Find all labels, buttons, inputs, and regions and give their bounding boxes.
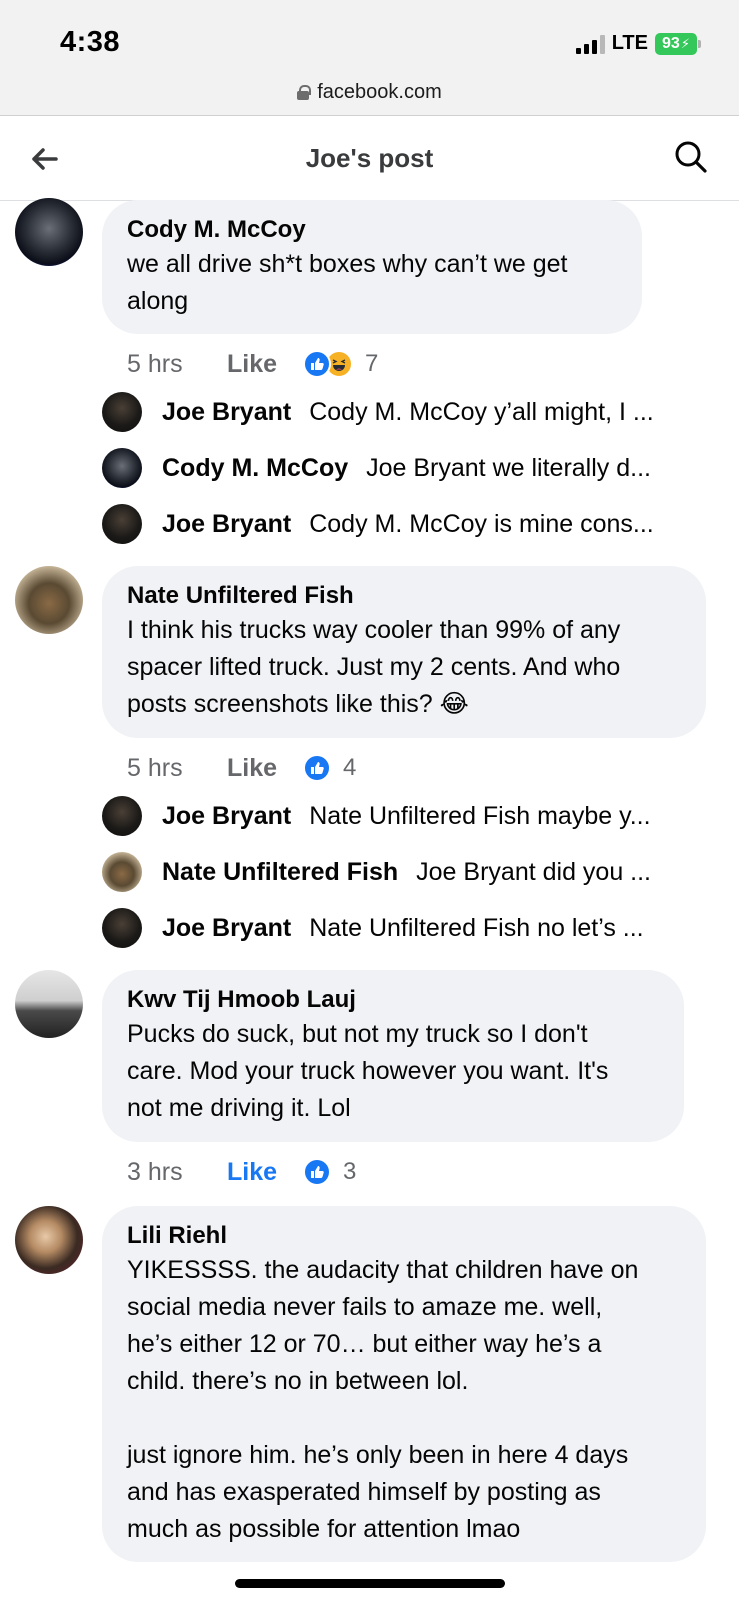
reply-author[interactable]: Cody M. McCoy: [162, 454, 348, 483]
like-icon: [303, 1158, 331, 1186]
reply-avatar[interactable]: [102, 852, 142, 892]
reply-text: Nate Unfiltered Fish no let’s ...: [309, 913, 644, 942]
reply-item[interactable]: Joe Bryant Cody M. McCoy is mine cons...: [102, 504, 722, 544]
comment-text-line: care. Mod your truck however you want. I…: [127, 1057, 609, 1085]
reply-item[interactable]: Joe Bryant Nate Unfiltered Fish no let’s…: [102, 908, 722, 948]
comment-actions: 5 hrs Like 7: [127, 344, 378, 384]
like-icon: [303, 754, 331, 782]
like-button[interactable]: Like: [227, 1158, 303, 1187]
comment-author[interactable]: Nate Unfiltered Fish: [127, 580, 682, 612]
comment-text-line: just ignore him. he’s only been in here …: [127, 1441, 629, 1469]
comment-actions: 3 hrs Like 3: [127, 1152, 356, 1192]
reply-avatar[interactable]: [102, 796, 142, 836]
like-icon: [303, 350, 331, 378]
comment-bubble[interactable]: Kwv Tij Hmoob Lauj Pucks do suck, but no…: [102, 970, 684, 1142]
comment-text-line: we all drive sh*t boxes why can’t we get: [127, 250, 568, 278]
reply-avatar[interactable]: [102, 448, 142, 488]
reply-avatar[interactable]: [102, 908, 142, 948]
comment-text-line: child. there’s no in between lol.: [127, 1367, 469, 1395]
comment-text-line: and has exasperated himself by posting a…: [127, 1478, 601, 1506]
status-time: 4:38: [60, 26, 121, 58]
avatar[interactable]: [15, 566, 83, 634]
comment-actions: 5 hrs Like 4: [127, 748, 356, 788]
comment-text-line: spacer lifted truck. Just my 2 cents. An…: [127, 653, 621, 681]
avatar[interactable]: [15, 1206, 83, 1274]
comment-bubble[interactable]: Nate Unfiltered Fish I think his trucks …: [102, 566, 706, 738]
comment-text-line: along: [127, 287, 189, 315]
comment-bubble[interactable]: Cody M. McCoy we all drive sh*t boxes wh…: [102, 200, 642, 334]
search-icon: [675, 141, 707, 173]
lock-icon: [297, 85, 312, 100]
search-button[interactable]: [671, 137, 711, 177]
avatar[interactable]: [15, 970, 83, 1038]
reply-text: Joe Bryant did you ...: [416, 857, 652, 886]
comment-bubble[interactable]: Lili Riehl YIKESSSS. the audacity that c…: [102, 1206, 706, 1562]
reaction-count: 4: [343, 754, 357, 781]
reply-text: Nate Unfiltered Fish maybe y...: [309, 801, 651, 830]
comment-text-line: YIKESSSS. the audacity that children hav…: [127, 1256, 639, 1284]
comment-text-line: posts screenshots like this? 😂: [127, 690, 469, 718]
reaction-count: 7: [365, 350, 379, 377]
comment-text-line: Pucks do suck, but not my truck so I don…: [127, 1020, 588, 1048]
reaction-count: 3: [343, 1158, 357, 1185]
reply-item[interactable]: Joe Bryant Cody M. McCoy y’all might, I …: [102, 392, 722, 432]
reply-text: Joe Bryant we literally d...: [366, 453, 651, 482]
reply-text: Cody M. McCoy y’all might, I ...: [309, 397, 654, 426]
reply-author[interactable]: Joe Bryant: [162, 510, 291, 539]
comment-time[interactable]: 5 hrs: [127, 754, 227, 783]
reply-avatar[interactable]: [102, 504, 142, 544]
comment-text-line: I think his trucks way cooler than 99% o…: [127, 616, 621, 644]
reactions[interactable]: 4: [303, 754, 356, 782]
url-bar[interactable]: facebook.com: [0, 70, 739, 116]
reply-item[interactable]: Cody M. McCoy Joe Bryant we literally d.…: [102, 448, 722, 488]
comment-text-line: not me driving it. Lol: [127, 1094, 351, 1122]
comment-text-line: he’s either 12 or 70… but either way he’…: [127, 1330, 602, 1358]
url-text: facebook.com: [317, 81, 442, 103]
battery-level: 93: [662, 34, 680, 52]
comment-time[interactable]: 3 hrs: [127, 1158, 227, 1187]
reactions[interactable]: 3: [303, 1158, 356, 1186]
comment-time[interactable]: 5 hrs: [127, 350, 227, 379]
network-type: LTE: [611, 32, 648, 54]
reply-item[interactable]: Joe Bryant Nate Unfiltered Fish maybe y.…: [102, 796, 722, 836]
home-indicator[interactable]: [235, 1579, 505, 1588]
comment-author[interactable]: Cody M. McCoy: [127, 214, 618, 246]
like-button[interactable]: Like: [227, 754, 303, 783]
status-bar: 4:38 LTE 93 ⚡: [0, 0, 739, 70]
reply-item[interactable]: Nate Unfiltered Fish Joe Bryant did you …: [102, 852, 722, 892]
reply-avatar[interactable]: [102, 392, 142, 432]
comment-author[interactable]: Kwv Tij Hmoob Lauj: [127, 984, 660, 1016]
page-title: Joe's post: [305, 143, 434, 173]
comment-text-line: [127, 1400, 682, 1437]
comment-text-line: much as possible for attention lmao: [127, 1515, 521, 1543]
reply-author[interactable]: Joe Bryant: [162, 398, 291, 427]
cellular-signal-icon: [575, 34, 605, 54]
reply-author[interactable]: Nate Unfiltered Fish: [162, 858, 398, 887]
battery-icon: 93 ⚡: [655, 32, 701, 55]
reactions[interactable]: 7: [303, 350, 378, 378]
reply-author[interactable]: Joe Bryant: [162, 914, 291, 943]
comment-author[interactable]: Lili Riehl: [127, 1220, 682, 1252]
reply-author[interactable]: Joe Bryant: [162, 802, 291, 831]
post-header: Joe's post: [0, 117, 739, 201]
avatar[interactable]: [15, 198, 83, 266]
like-button[interactable]: Like: [227, 350, 303, 379]
reply-text: Cody M. McCoy is mine cons...: [309, 509, 654, 538]
status-indicators: LTE 93 ⚡: [575, 32, 701, 55]
comment-text-line: social media never fails to amaze me. we…: [127, 1293, 603, 1321]
